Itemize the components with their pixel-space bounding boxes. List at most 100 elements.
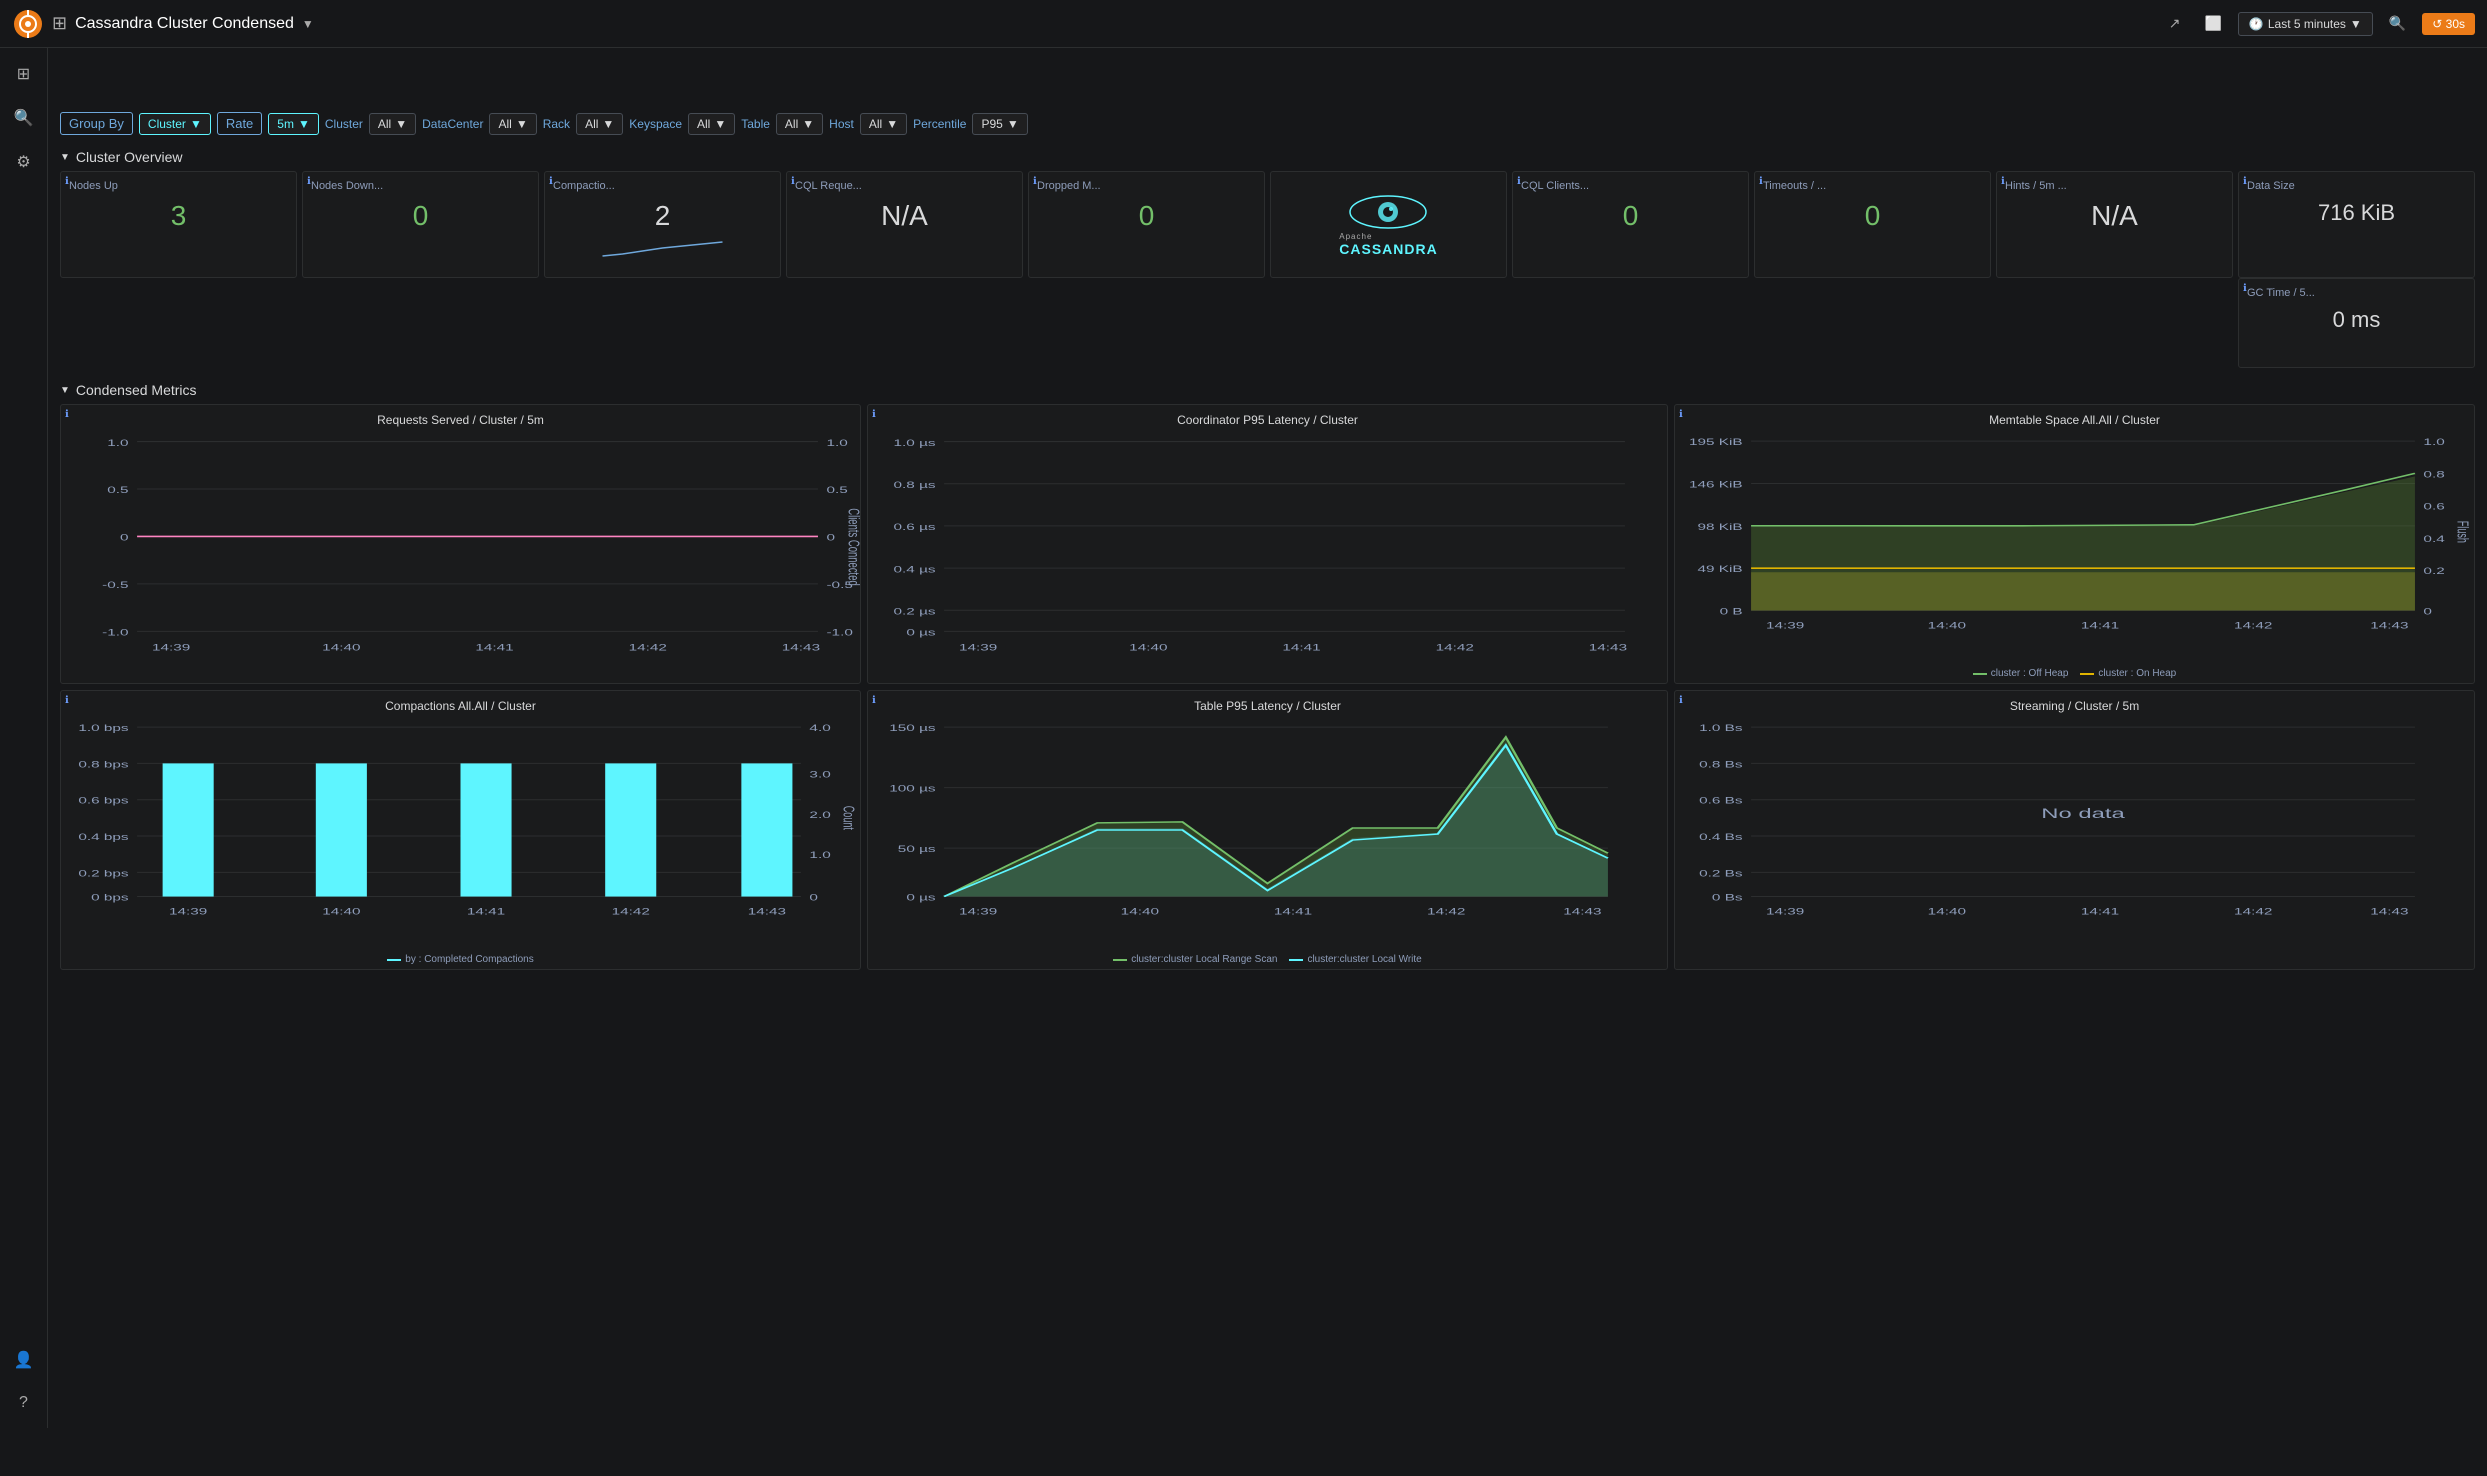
timeouts-value: 0 — [1763, 200, 1982, 232]
svg-text:14:42: 14:42 — [1436, 641, 1474, 652]
svg-text:-0.5: -0.5 — [102, 579, 128, 590]
condensed-metrics-section-header[interactable]: ▼ Condensed Metrics — [60, 376, 2475, 404]
cluster-filter-label: Cluster — [325, 117, 363, 131]
stat-panels-row-2: ℹ GC Time / 5... 0 ms — [60, 278, 2475, 368]
nodes-up-title: Nodes Up — [69, 180, 288, 192]
search-button[interactable]: 🔍 — [2381, 11, 2414, 36]
tv-mode-button[interactable]: ⬜ — [2196, 11, 2229, 36]
info-icon[interactable]: ℹ — [2001, 176, 2005, 187]
top-navigation: ⊞ Cassandra Cluster Condensed ▼ ↗ ⬜ 🕐 La… — [0, 0, 2487, 48]
info-icon[interactable]: ℹ — [307, 176, 311, 187]
svg-text:1.0: 1.0 — [826, 437, 847, 448]
data-size-value: 716 KiB — [2247, 200, 2466, 226]
info-icon[interactable]: ℹ — [1679, 409, 1683, 420]
sidebar-user-icon[interactable]: 👤 — [6, 1342, 42, 1378]
info-icon[interactable]: ℹ — [1517, 176, 1521, 187]
nav-menu-icon[interactable]: ⊞ — [52, 13, 67, 34]
info-icon[interactable]: ℹ — [791, 176, 795, 187]
rate-filter-label[interactable]: Rate — [217, 112, 262, 135]
svg-text:14:42: 14:42 — [629, 641, 667, 652]
svg-text:Flush: Flush — [2454, 521, 2471, 543]
refresh-icon: ↺ — [2432, 17, 2442, 31]
info-icon[interactable]: ℹ — [65, 409, 69, 420]
svg-text:14:42: 14:42 — [1427, 907, 1465, 917]
on-heap-label: cluster : On Heap — [2098, 668, 2176, 679]
apache-label: Apache — [1339, 232, 1372, 241]
svg-text:0: 0 — [120, 532, 129, 543]
hints-panel: ℹ Hints / 5m ... N/A — [1996, 171, 2233, 278]
dropped-messages-value: 0 — [1037, 200, 1256, 232]
keyspace-filter-label: Keyspace — [629, 117, 682, 131]
info-icon[interactable]: ℹ — [2243, 176, 2247, 187]
info-icon[interactable]: ℹ — [65, 176, 69, 187]
svg-text:14:41: 14:41 — [2081, 907, 2119, 917]
cluster-dropdown[interactable]: All ▼ — [369, 113, 416, 135]
svg-text:0 bps: 0 bps — [91, 893, 128, 903]
charts-top-row: ℹ Requests Served / Cluster / 5m 1.0 0.5… — [60, 404, 2475, 684]
info-icon[interactable]: ℹ — [1759, 176, 1763, 187]
svg-text:1.0: 1.0 — [107, 437, 128, 448]
svg-text:0 B: 0 B — [1720, 607, 1743, 617]
nodes-down-panel: ℹ Nodes Down... 0 — [302, 171, 539, 278]
svg-text:14:41: 14:41 — [2081, 621, 2119, 631]
table-latency-chart: ℹ Table P95 Latency / Cluster 150 µs 100… — [867, 690, 1668, 970]
dropped-messages-title: Dropped M... — [1037, 180, 1256, 192]
rack-chevron-icon: ▼ — [602, 117, 614, 131]
sidebar-search-icon[interactable]: 🔍 — [6, 100, 42, 136]
table-chevron-icon: ▼ — [802, 117, 814, 131]
svg-text:49 KiB: 49 KiB — [1697, 564, 1742, 574]
svg-text:14:40: 14:40 — [322, 907, 360, 917]
svg-text:14:43: 14:43 — [1563, 907, 1601, 917]
svg-text:2.0: 2.0 — [809, 810, 830, 820]
info-icon[interactable]: ℹ — [1679, 695, 1683, 706]
info-icon[interactable]: ℹ — [872, 695, 876, 706]
svg-text:14:39: 14:39 — [959, 907, 997, 917]
cassandra-logo: Apache CASSANDRA — [1339, 192, 1437, 257]
keyspace-dropdown[interactable]: All ▼ — [688, 113, 735, 135]
svg-text:0.4 bps: 0.4 bps — [78, 832, 128, 842]
sidebar-help-icon[interactable]: ? — [11, 1386, 36, 1420]
dashboard-dropdown-icon[interactable]: ▼ — [302, 17, 314, 31]
rate-dropdown[interactable]: 5m ▼ — [268, 113, 319, 135]
cql-requests-value: N/A — [795, 200, 1014, 232]
table-dropdown[interactable]: All ▼ — [776, 113, 823, 135]
dashboard-title: Cassandra Cluster Condensed — [75, 15, 294, 33]
cql-clients-title: CQL Clients... — [1521, 180, 1740, 192]
svg-text:14:40: 14:40 — [1121, 907, 1159, 917]
rack-dropdown[interactable]: All ▼ — [576, 113, 623, 135]
svg-text:14:40: 14:40 — [1129, 641, 1167, 652]
svg-text:14:43: 14:43 — [748, 907, 786, 917]
local-write-label: cluster:cluster Local Write — [1307, 954, 1421, 965]
timeouts-panel: ℹ Timeouts / ... 0 — [1754, 171, 1991, 278]
coordinator-latency-title: Coordinator P95 Latency / Cluster — [876, 413, 1659, 427]
info-icon[interactable]: ℹ — [872, 409, 876, 420]
svg-text:14:39: 14:39 — [169, 907, 207, 917]
info-icon[interactable]: ℹ — [549, 176, 553, 187]
table-latency-legend: cluster:cluster Local Range Scan cluster… — [876, 954, 1659, 965]
svg-text:50 µs: 50 µs — [898, 844, 936, 854]
sidebar-home-icon[interactable]: ⊞ — [9, 56, 38, 92]
filter-bar: Group By Cluster ▼ Rate 5m ▼ Cluster All… — [60, 104, 2475, 143]
sidebar-settings-icon[interactable]: ⚙ — [8, 144, 38, 180]
cluster-overview-section-header[interactable]: ▼ Cluster Overview — [60, 143, 2475, 171]
compactions-legend: by : Completed Compactions — [69, 954, 852, 965]
info-icon[interactable]: ℹ — [65, 695, 69, 706]
datacenter-dropdown[interactable]: All ▼ — [489, 113, 536, 135]
group-by-filter-label[interactable]: Group By — [60, 112, 133, 135]
time-range-button[interactable]: 🕐 Last 5 minutes ▼ — [2238, 12, 2373, 36]
host-dropdown[interactable]: All ▼ — [860, 113, 907, 135]
group-by-dropdown[interactable]: Cluster ▼ — [139, 113, 211, 135]
percentile-dropdown[interactable]: P95 ▼ — [972, 113, 1027, 135]
svg-text:1.0 bps: 1.0 bps — [78, 723, 128, 733]
info-icon[interactable]: ℹ — [1033, 176, 1037, 187]
svg-text:1.0 µs: 1.0 µs — [894, 437, 936, 448]
nodes-up-panel: ℹ Nodes Up 3 — [60, 171, 297, 278]
legend-local-write: cluster:cluster Local Write — [1289, 954, 1421, 965]
share-button[interactable]: ↗ — [2161, 11, 2189, 36]
svg-text:14:39: 14:39 — [152, 641, 190, 652]
refresh-button[interactable]: ↺ 30s — [2422, 13, 2475, 35]
info-icon[interactable]: ℹ — [2243, 283, 2247, 294]
percentile-chevron-icon: ▼ — [1007, 117, 1019, 131]
sidebar: ⊞ 🔍 ⚙ 👤 ? — [0, 48, 48, 1428]
svg-text:98 KiB: 98 KiB — [1697, 522, 1742, 532]
